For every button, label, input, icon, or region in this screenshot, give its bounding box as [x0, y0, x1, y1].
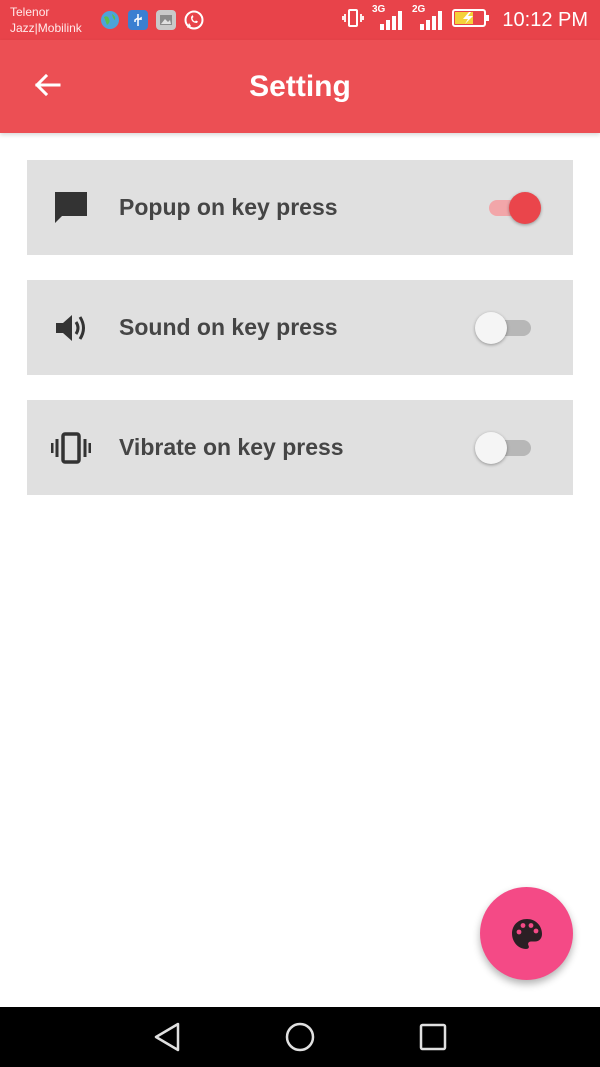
carrier-1: Telenor: [10, 5, 50, 19]
popup-toggle[interactable]: [475, 191, 547, 225]
battery-charging-icon: [452, 8, 490, 33]
vibration-icon: [51, 428, 91, 468]
triangle-back-icon: [154, 1022, 180, 1052]
status-bar: Telenor Jazz|Mobilink 3G 2G 10:12 PM: [0, 0, 600, 40]
nav-home-button[interactable]: [280, 1019, 320, 1055]
setting-label-vibrate: Vibrate on key press: [119, 434, 344, 460]
theme-fab-button[interactable]: [480, 887, 573, 980]
setting-row-sound[interactable]: Sound on key press: [27, 280, 573, 375]
square-recents-icon: [419, 1023, 447, 1051]
page-title: Setting: [249, 70, 351, 103]
sound-toggle[interactable]: [475, 311, 547, 345]
setting-label-popup: Popup on key press: [119, 194, 338, 220]
app-bar: Setting: [0, 40, 600, 133]
setting-row-popup[interactable]: Popup on key press: [27, 160, 573, 255]
vibrate-toggle[interactable]: [475, 431, 547, 465]
toggle-thumb: [475, 312, 507, 344]
toggle-thumb: [475, 432, 507, 464]
palette-icon: [511, 918, 542, 949]
vibrate-mode-icon: [342, 7, 364, 34]
nav-back-button[interactable]: [147, 1019, 187, 1055]
message-icon: [51, 188, 91, 228]
globe-icon: [100, 10, 120, 30]
setting-row-vibrate[interactable]: Vibrate on key press: [27, 400, 573, 495]
signal-3g-icon: 3G: [372, 4, 404, 32]
carrier-2: Jazz|Mobilink: [10, 21, 82, 35]
nav-recents-button[interactable]: [413, 1019, 453, 1055]
carrier-info: Telenor Jazz|Mobilink: [10, 4, 82, 36]
status-time: 10:12 PM: [502, 9, 588, 31]
system-icons: 3G 2G: [342, 4, 490, 34]
image-icon: [156, 10, 176, 30]
circle-home-icon: [285, 1022, 315, 1052]
whatsapp-icon: [184, 10, 204, 30]
toggle-thumb: [509, 192, 541, 224]
usb-icon: [128, 10, 148, 30]
setting-label-sound: Sound on key press: [119, 314, 338, 340]
signal-2g-icon: 2G: [412, 4, 444, 32]
volume-icon: [51, 308, 91, 348]
notification-icons: [100, 10, 204, 30]
navigation-bar: [0, 1007, 600, 1067]
